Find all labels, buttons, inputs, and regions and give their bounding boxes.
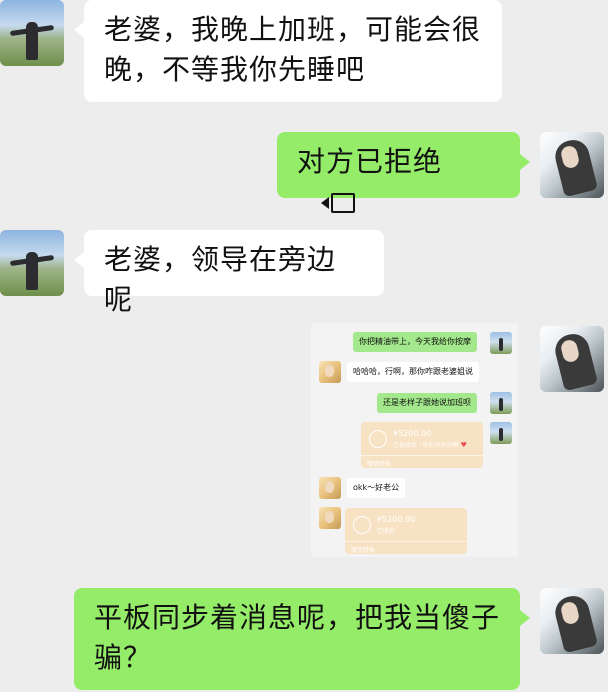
screenshot-avatar (490, 422, 512, 444)
screenshot-message: 还是老样子跟她说加班呗 (377, 393, 477, 413)
my-avatar[interactable] (540, 326, 604, 392)
screenshot-message: okk～好老公 (347, 478, 406, 498)
video-call-icon-lens (321, 197, 329, 209)
avatar-hair (551, 136, 599, 198)
screenshot-avatar (490, 332, 512, 354)
transfer-status: 已被接收 · 你们关系好啊 ♥ (393, 440, 467, 449)
screenshot-avatar (490, 392, 512, 414)
my-avatar[interactable] (540, 588, 604, 654)
transfer-check-icon (353, 516, 371, 534)
avatar-hair (551, 592, 599, 654)
screenshot-avatar (319, 507, 341, 529)
screenshot-avatar (319, 361, 341, 383)
avatar-figure (26, 252, 38, 290)
avatar-hair (551, 330, 599, 392)
screenshot-message: 哈哈哈，行啊，那你咋跟老婆姐说 (347, 362, 479, 382)
screenshot-avatar (319, 477, 341, 499)
message-bubble-outgoing-call[interactable]: 对方已拒绝 (277, 132, 530, 213)
video-call-icon (319, 191, 355, 215)
transfer-footer: 微信转账 (345, 541, 467, 554)
heart-icon: ♥ (460, 441, 467, 449)
contact-avatar[interactable] (0, 0, 64, 66)
message-text: 老婆，领导在旁边呢 (104, 243, 337, 316)
transfer-status: 已收款 (377, 528, 396, 535)
screenshot-message: 你把精油带上，今天我给你按摩 (353, 332, 477, 352)
message-bubble-incoming[interactable]: 老婆，我晚上加班，可能会很晚，不等我你先睡吧 (74, 0, 502, 102)
screenshot-transfer-card: ¥5200.00 已收款 微信转账 (345, 508, 467, 554)
contact-avatar[interactable] (0, 230, 64, 296)
message-text: 老婆，我晚上加班，可能会很晚，不等我你先睡吧 (104, 13, 482, 86)
transfer-status-text: 已被接收 · 你们关系好啊 (393, 442, 459, 449)
call-status-text: 对方已拒绝 (297, 145, 443, 178)
transfer-footer: 微信转账 (361, 455, 483, 468)
avatar-figure (26, 22, 38, 60)
screenshot-transfer-card: ¥5200.00 已被接收 · 你们关系好啊 ♥ 微信转账 (361, 422, 483, 468)
image-message-screenshot[interactable]: 你把精油带上，今天我给你按摩 哈哈哈，行啊，那你咋跟老婆姐说 还是老样子跟她说加… (311, 323, 518, 557)
video-call-icon-body (331, 193, 355, 213)
transfer-amount: ¥5200.00 (377, 515, 416, 524)
transfer-check-icon (369, 430, 387, 448)
my-avatar[interactable] (540, 132, 604, 198)
message-bubble-outgoing[interactable]: 平板同步着消息呢，把我当傻子骗？ (74, 588, 530, 690)
transfer-amount: ¥5200.00 (393, 429, 432, 438)
message-bubble-incoming[interactable]: 老婆，领导在旁边呢 (74, 230, 384, 316)
message-text: 平板同步着消息呢，把我当傻子骗？ (94, 601, 501, 674)
